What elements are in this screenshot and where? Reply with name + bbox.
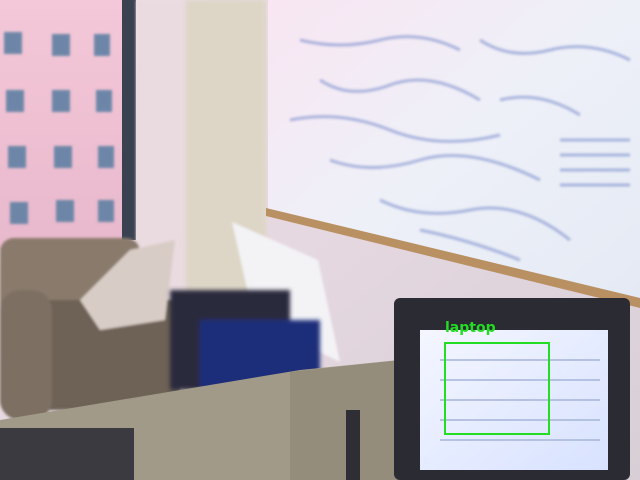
office-photo: laptop [0, 0, 640, 480]
window [0, 0, 136, 250]
monitor [394, 298, 630, 480]
couch [0, 238, 180, 420]
detection-label: laptop [445, 320, 496, 336]
